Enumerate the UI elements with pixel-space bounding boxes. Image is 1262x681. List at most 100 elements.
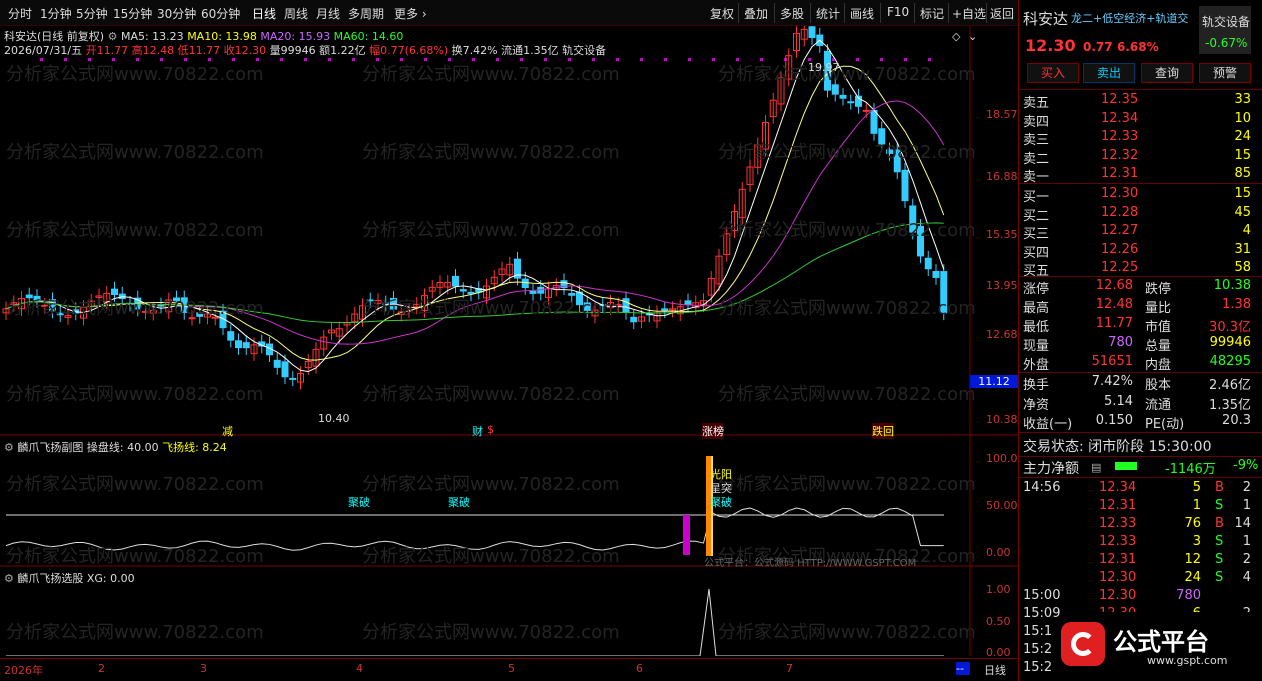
watermark: 分析家公式网www.70822.com [718, 474, 976, 495]
tab-intraday[interactable]: 分时 [8, 5, 32, 22]
tab-1min[interactable]: 1分钟 [40, 5, 72, 22]
tab-5min[interactable]: 5分钟 [76, 5, 108, 22]
stat-row: 最低 11.77 市值 30.3亿 [1019, 316, 1257, 335]
watermark: 分析家公式网www.70822.com [362, 298, 620, 319]
candle-body [235, 340, 242, 349]
candle-body [684, 300, 692, 306]
quote-panel: 科安达 龙二+低空经济+轨道交 轨交设备 -0.67% 12.30 0.77 6… [1018, 0, 1262, 681]
sub1-signal: 聚破 [710, 496, 732, 509]
stat-row: 现量 780 总量 99946 [1019, 335, 1257, 354]
stat-row: 净资 5.14 流通 1.35亿 [1019, 394, 1257, 413]
stat-row: 收益(一) 0.150 PE(动) 20.3 [1019, 413, 1257, 432]
query-button[interactable]: 查询 [1141, 63, 1193, 83]
quote-row[interactable]: 买二 12.28 45 [1019, 205, 1257, 224]
last-price: 12.30 [1025, 36, 1076, 55]
list-icon[interactable]: ▤ [1091, 461, 1101, 474]
sub2-gear-icon[interactable]: ⚙ [4, 572, 14, 585]
tick-cell: 12.30 [1099, 570, 1137, 585]
chart-area[interactable]: 科安达(日线 前复权) ⚙ MA5: 13.23 MA10: 13.98 MA2… [0, 26, 1018, 659]
sub1-y-tick: 0.00 [986, 546, 1011, 559]
watermark: 分析家公式网www.70822.com [362, 220, 620, 241]
x-tick: 3 [200, 662, 207, 675]
flow-label: 主力净额 [1023, 461, 1079, 477]
draw-line-button[interactable]: 画线 [850, 5, 874, 22]
stat-cell: 跌停 [1145, 282, 1172, 297]
quote-label: 卖五 [1023, 96, 1050, 111]
quote-row[interactable]: 买三 12.27 4 [1019, 223, 1257, 242]
logo-url: www.gspt.com [1147, 654, 1228, 667]
candle-body [661, 308, 669, 312]
chevron-down-icon[interactable]: ⌄ [968, 30, 977, 43]
ohlc-row: 2026/07/31/五 开11.77 高12.48 低11.77 收12.30… [4, 42, 606, 58]
y-tick: 16.88 [986, 170, 1018, 183]
restore-rights-button[interactable]: 复权 [710, 5, 734, 22]
quote-row[interactable]: 卖三 12.33 24 [1019, 129, 1257, 148]
watermark: 分析家公式网www.70822.com [362, 64, 620, 85]
period-label[interactable]: 日线 [984, 662, 1006, 678]
candle-body [521, 278, 529, 289]
tick-cell: 15:2 [1023, 660, 1053, 675]
tab-multi-period[interactable]: 多周期 [348, 5, 384, 22]
sub1-y-tick: 50.00 [986, 499, 1018, 512]
overlay-button[interactable]: 叠加 [744, 5, 768, 22]
sub1-header: ⚙ 麟爪飞扬副图 操盘线: 40.00 飞扬线: 8.24 [4, 439, 227, 455]
candle-body [932, 270, 940, 278]
sub1-title: 麟爪飞扬副图 [17, 441, 84, 454]
tab-monthly[interactable]: 月线 [316, 5, 340, 22]
tick-cell: 1 [1192, 498, 1201, 513]
source-text: 公式平台：公式源码 HTTP://WWW.GSPT.COM [704, 558, 917, 569]
dot [304, 58, 307, 61]
tab-more[interactable]: 更多 › [394, 5, 427, 22]
stat-row: 涨停 12.68 跌停 10.38 [1019, 278, 1257, 297]
watermark: 分析家公式网www.70822.com [362, 622, 620, 643]
tick-cell: 2 [1242, 480, 1251, 495]
tick-cell: S [1215, 570, 1224, 585]
multi-stock-button[interactable]: 多股 [780, 5, 804, 22]
sub1-gear-icon[interactable]: ⚙ [4, 441, 14, 454]
stat-cell: 0.150 [1095, 413, 1133, 428]
add-watchlist-button[interactable]: +自选 [952, 5, 986, 22]
quote-row[interactable]: 买一 12.30 15 [1019, 186, 1257, 205]
tab-daily[interactable]: 日线 [252, 5, 276, 22]
tab-30min[interactable]: 30分钟 [157, 5, 196, 22]
quote-row[interactable]: 卖四 12.34 10 [1019, 111, 1257, 130]
stat-cell: 股本 [1145, 378, 1172, 393]
tab-15min[interactable]: 15分钟 [113, 5, 152, 22]
logo-area: 公式平台 www.gspt.com [1061, 612, 1257, 678]
watermark: 分析家公式网www.70822.com [6, 474, 264, 495]
sector-box[interactable]: 轨交设备 -0.67% [1199, 6, 1251, 54]
quote-row[interactable]: 卖二 12.32 15 [1019, 148, 1257, 167]
tab-weekly[interactable]: 周线 [284, 5, 308, 22]
buy-button[interactable]: 买入 [1027, 63, 1079, 83]
turnover-value: 换7.42% [451, 44, 498, 57]
candle-body [452, 275, 459, 287]
candle-body [227, 331, 235, 341]
tick-cell: 1 [1242, 498, 1251, 513]
signal-marker: 涨榜 [702, 423, 724, 439]
alert-button[interactable]: 预警 [1199, 63, 1251, 83]
stat-cell: 48295 [1209, 354, 1251, 369]
quote-volume: 15 [1234, 186, 1251, 201]
mark-button[interactable]: 标记 [920, 5, 944, 22]
back-button[interactable]: 返回 [990, 5, 1014, 22]
tick-row: 14:56 12.34 5 B 2 [1019, 480, 1257, 498]
stat-cell: 12.48 [1095, 297, 1133, 312]
f10-button[interactable]: F10 [887, 5, 909, 19]
watermark: 分析家公式网www.70822.com [362, 474, 620, 495]
quote-price: 12.27 [1101, 223, 1139, 239]
flow-bar [1115, 462, 1137, 470]
watermark: 分析家公式网www.70822.com [718, 142, 976, 163]
x-tick: 6 [636, 662, 643, 675]
tick-row: 15:00 12.30 780 [1019, 588, 1257, 606]
quote-row[interactable]: 卖五 12.35 33 [1019, 92, 1257, 111]
tick-cell: 2 [1242, 552, 1251, 567]
ma5-line [5, 39, 945, 373]
quote-row[interactable]: 买四 12.26 31 [1019, 242, 1257, 261]
scroll-handle[interactable]: -- [956, 662, 970, 675]
stat-cell: 99946 [1209, 335, 1251, 350]
diamond-icon[interactable]: ◇ [952, 30, 960, 43]
quote-row[interactable]: 卖一 12.31 85 [1019, 166, 1257, 185]
tab-60min[interactable]: 60分钟 [201, 5, 240, 22]
sell-button[interactable]: 卖出 [1083, 63, 1135, 83]
statistics-button[interactable]: 统计 [816, 5, 840, 22]
